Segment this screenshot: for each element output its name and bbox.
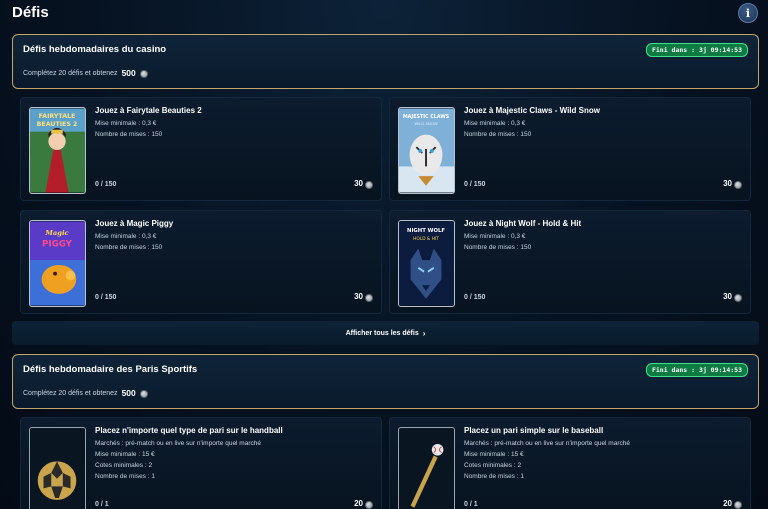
bet-count: Nombre de mises : 1 <box>464 473 524 480</box>
sports-challenges-header: Défis hebdomadaire des Paris Sportifs Co… <box>12 354 759 409</box>
thumb-title-1: NIGHT WOLF <box>407 228 445 234</box>
min-bet: Mise minimale : 15 € <box>95 451 155 458</box>
page-title: Défis <box>12 4 49 21</box>
points-reward: 20 <box>723 499 742 509</box>
points-value: 30 <box>354 179 363 188</box>
game-thumbnail-majestic-claws[interactable]: MAJESTIC CLAWS WILD SNOW <box>398 107 455 194</box>
show-all-label: Afficher tous les défis <box>345 329 419 337</box>
coin-icon <box>139 70 148 78</box>
coin-icon <box>734 293 742 302</box>
points-reward: 30 <box>723 292 742 302</box>
progress-text: 0 / 1 <box>464 501 478 508</box>
points-reward: 30 <box>354 292 373 302</box>
points-reward: 30 <box>354 179 373 189</box>
coin-icon <box>734 180 742 189</box>
progress-text: 0 / 1 <box>95 501 109 508</box>
game-thumbnail-night-wolf[interactable]: NIGHT WOLF HOLD & HIT <box>398 220 455 307</box>
thumb-title-2: HOLD & HIT <box>413 236 439 242</box>
points-value: 20 <box>723 499 732 508</box>
challenge-title: Placez un pari simple sur le baseball <box>464 426 604 435</box>
points-reward: 30 <box>723 179 742 189</box>
info-icon-glyph: i <box>745 6 751 20</box>
bet-count: Nombre de mises : 150 <box>95 131 163 138</box>
section-title: Défis hebdomadaire des Paris Sportifs <box>23 364 198 375</box>
challenge-card-baseball[interactable]: Placez un pari simple sur le baseball Ma… <box>389 417 751 509</box>
markets: Marchés : pré-match ou en live sur n'imp… <box>95 440 261 447</box>
progress-text: 0 / 150 <box>464 181 486 188</box>
baseball-bat-icon <box>398 427 455 509</box>
challenge-card-majestic-claws[interactable]: MAJESTIC CLAWS WILD SNOW Jouez à Majesti… <box>389 97 751 201</box>
bet-count: Nombre de mises : 150 <box>464 131 532 138</box>
bet-count: Nombre de mises : 150 <box>95 244 163 251</box>
coin-icon <box>734 500 742 509</box>
min-odds: Cotes minimales : 2 <box>464 462 522 469</box>
reward-amount: 500 <box>121 68 136 78</box>
challenge-title: Jouez à Majestic Claws - Wild Snow <box>464 106 600 115</box>
challenge-card-night-wolf[interactable]: NIGHT WOLF HOLD & HIT Jouez à Night Wolf… <box>389 210 751 314</box>
section-subtitle-text: Complétez 20 défis et obtenez <box>23 69 118 77</box>
min-bet: Mise minimale : 15 € <box>464 451 524 458</box>
challenge-title: Jouez à Night Wolf - Hold & Hit <box>464 219 582 228</box>
min-odds: Cotes minimales : 2 <box>95 462 153 469</box>
progress-text: 0 / 150 <box>464 294 486 301</box>
countdown-badge: Fini dans : 3j 09:14:53 <box>645 363 748 377</box>
thumb-title-2: BEAUTIES 2 <box>37 121 78 128</box>
markets: Marchés : pré-match ou en live sur n'imp… <box>464 440 630 447</box>
points-value: 30 <box>723 292 732 301</box>
chevron-right-icon: › <box>422 328 426 338</box>
challenge-title: Jouez à Magic Piggy <box>95 219 174 228</box>
game-thumbnail-fairytale[interactable]: FAIRYTALE BEAUTIES 2 <box>29 107 86 194</box>
bet-count: Nombre de mises : 150 <box>464 244 532 251</box>
min-bet: Mise minimale : 0,3 € <box>464 233 526 240</box>
challenge-card-fairytale[interactable]: FAIRYTALE BEAUTIES 2 Jouez à Fairytale B… <box>20 97 382 201</box>
section-subtitle-text: Complétez 20 défis et obtenez <box>23 389 118 397</box>
progress-text: 0 / 150 <box>95 181 117 188</box>
section-title: Défis hebdomadaires du casino <box>23 44 167 55</box>
reward-amount: 500 <box>121 388 136 398</box>
points-value: 20 <box>354 499 363 508</box>
min-bet: Mise minimale : 0,3 € <box>95 120 157 127</box>
section-subtitle: Complétez 20 défis et obtenez 500 <box>23 388 148 398</box>
casino-challenges-header: Défis hebdomadaires du casino Complétez … <box>12 34 759 89</box>
coin-icon <box>365 293 373 302</box>
challenge-card-handball[interactable]: Placez n'importe quel type de pari sur l… <box>20 417 382 509</box>
thumb-title-2: WILD SNOW <box>414 121 438 126</box>
thumb-title-1: Magic <box>44 229 68 237</box>
coin-icon <box>365 180 373 189</box>
game-thumbnail-magic-piggy[interactable]: Magic PIGGY <box>29 220 86 307</box>
thumb-title-1: FAIRYTALE <box>39 113 76 120</box>
coin-icon <box>139 390 148 398</box>
info-icon[interactable]: i <box>738 3 758 23</box>
section-subtitle: Complétez 20 défis et obtenez 500 <box>23 68 148 78</box>
points-reward: 20 <box>354 499 373 509</box>
bet-count: Nombre de mises : 1 <box>95 473 155 480</box>
min-bet: Mise minimale : 0,3 € <box>464 120 526 127</box>
points-value: 30 <box>723 179 732 188</box>
challenge-card-magic-piggy[interactable]: Magic PIGGY Jouez à Magic Piggy Mise min… <box>20 210 382 314</box>
show-all-challenges-button[interactable]: Afficher tous les défis › <box>12 321 759 345</box>
progress-text: 0 / 150 <box>95 294 117 301</box>
coin-icon <box>365 500 373 509</box>
thumb-title-2: PIGGY <box>42 240 73 250</box>
points-value: 30 <box>354 292 363 301</box>
challenge-title: Jouez à Fairytale Beauties 2 <box>95 106 202 115</box>
challenge-title: Placez n'importe quel type de pari sur l… <box>95 426 283 435</box>
min-bet: Mise minimale : 0,3 € <box>95 233 157 240</box>
countdown-badge: Fini dans : 3j 09:14:53 <box>645 43 748 57</box>
handball-icon <box>29 427 86 509</box>
thumb-title-1: MAJESTIC CLAWS <box>403 114 450 120</box>
